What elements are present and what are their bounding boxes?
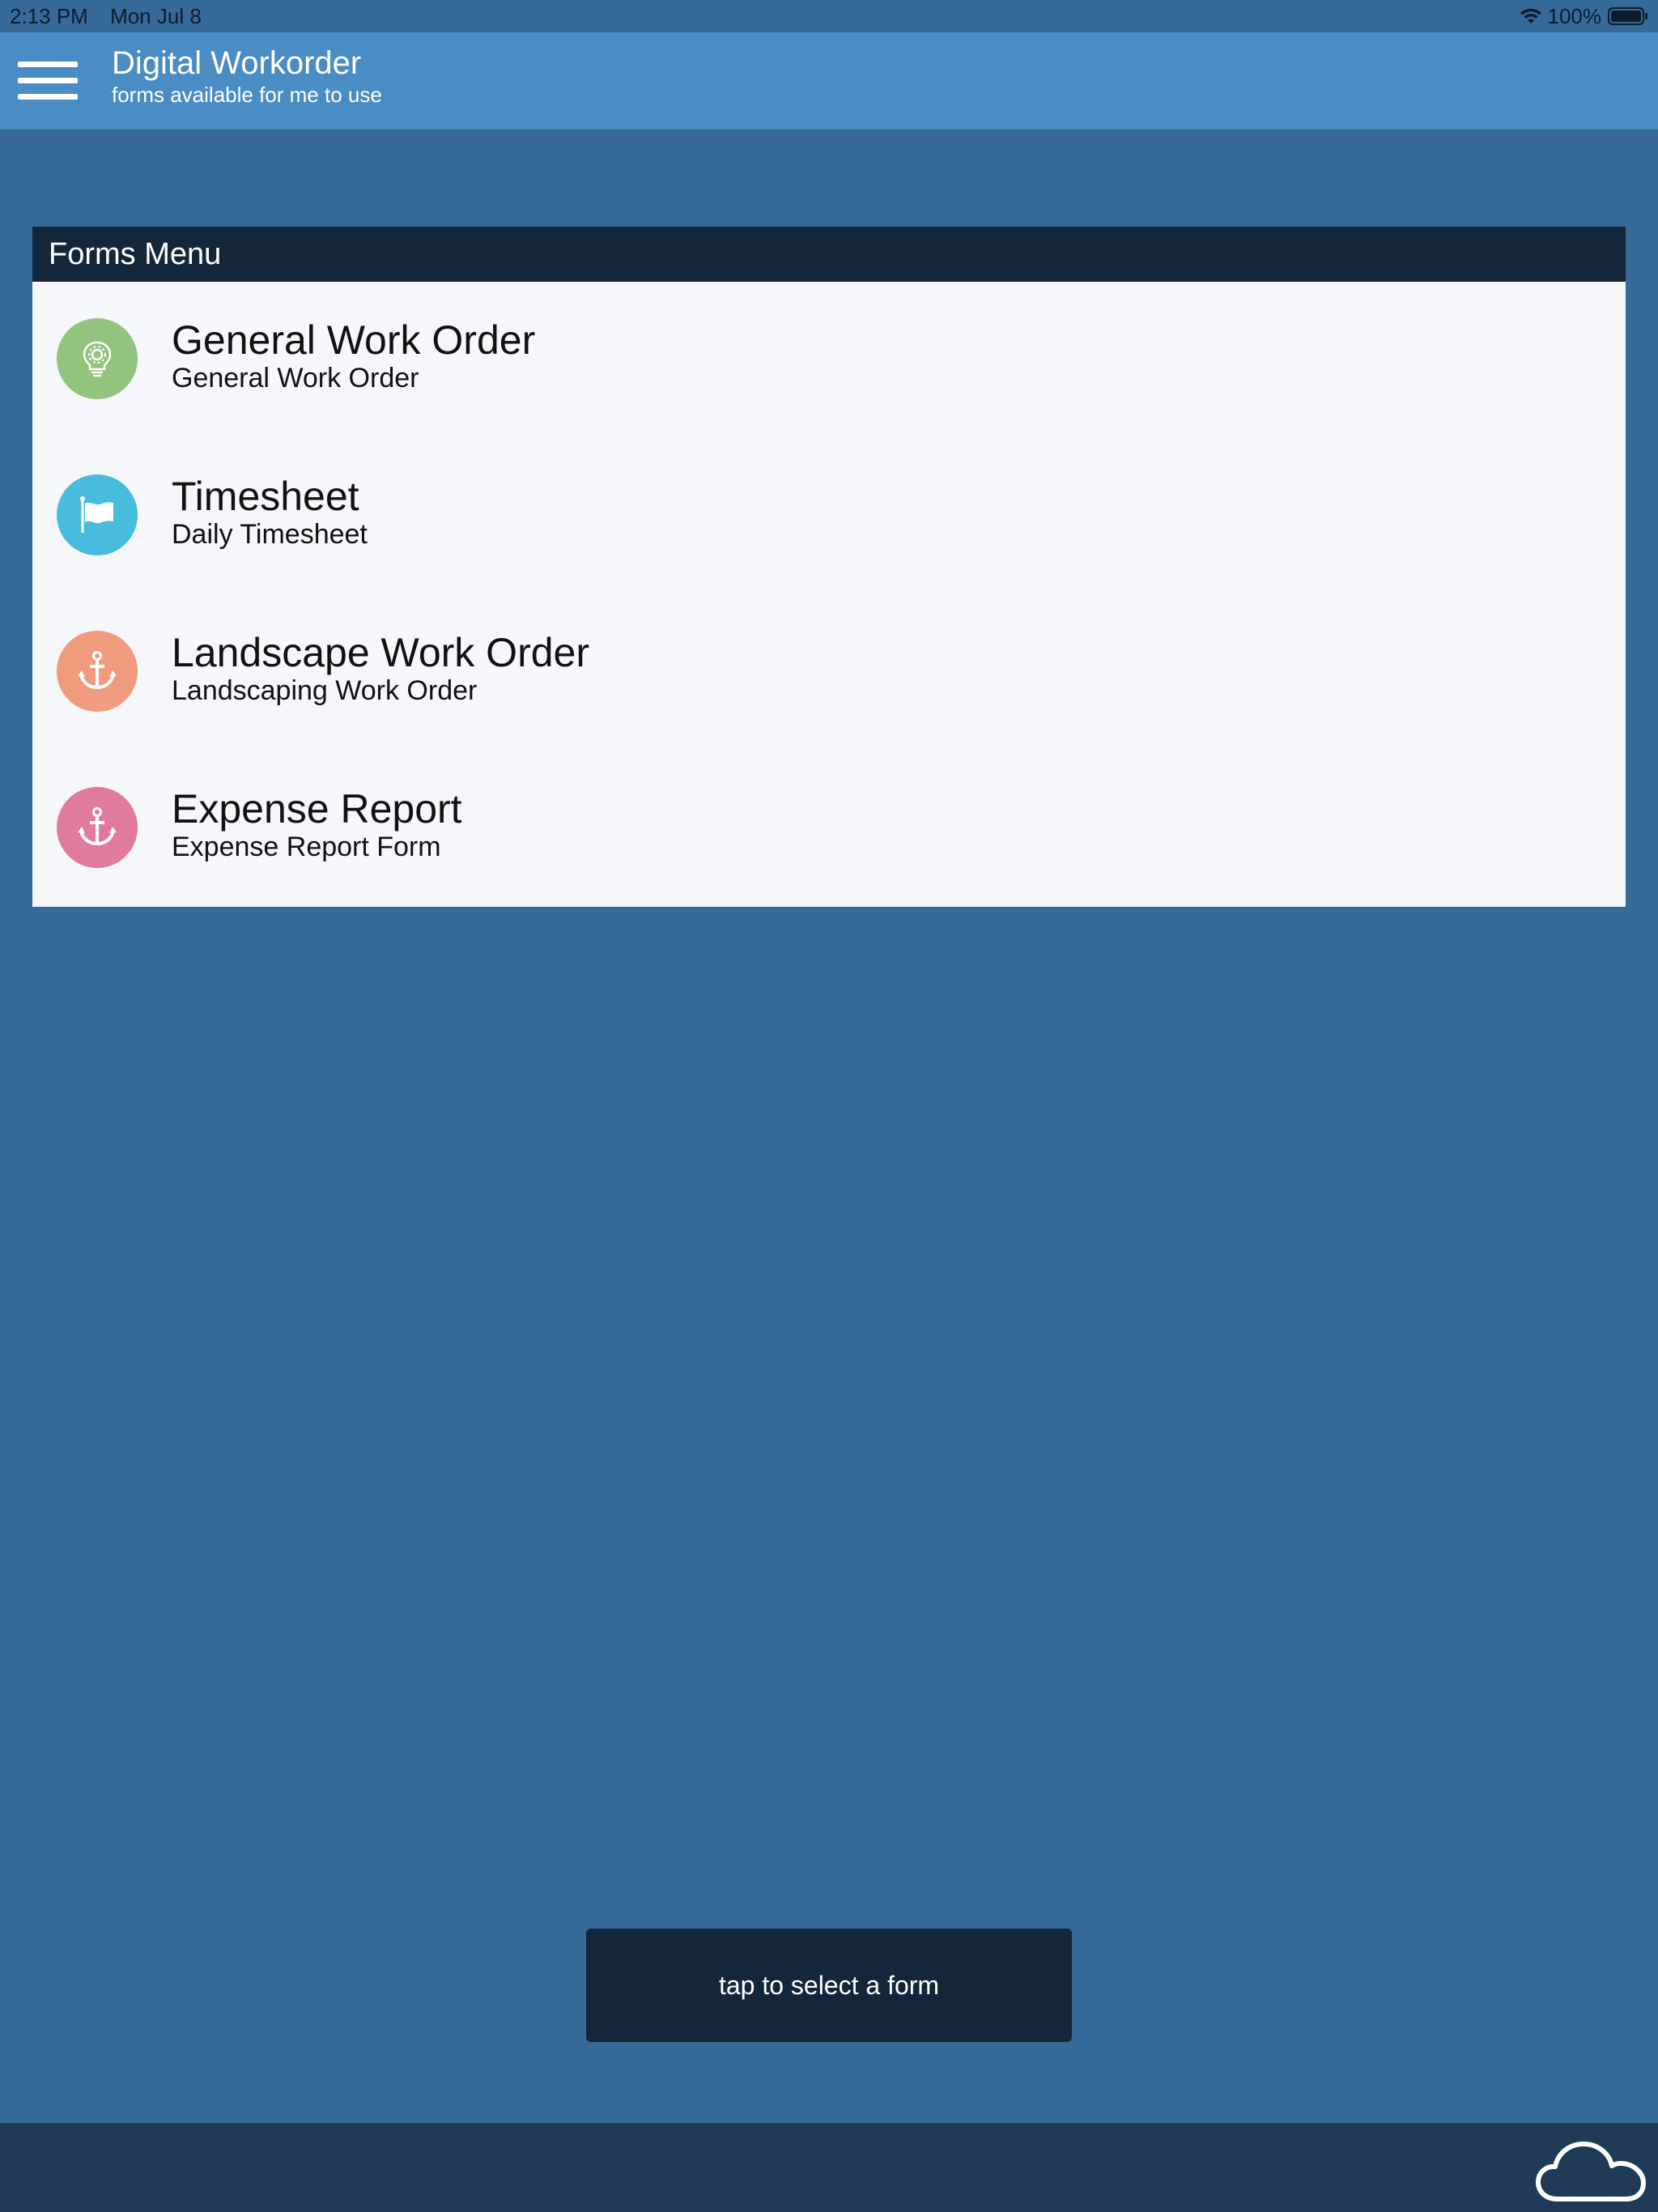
form-item-title: Landscape Work Order [172, 630, 589, 675]
status-time: 2:13 PM [10, 4, 88, 28]
bottom-bar [0, 2123, 1658, 2212]
form-item-title: Timesheet [172, 474, 359, 519]
anchor-icon [57, 787, 138, 868]
form-item-subtitle: Expense Report Form [172, 832, 441, 862]
form-item-general-work-order[interactable]: General Work Order General Work Order [32, 282, 1626, 438]
anchor-icon [57, 631, 138, 712]
form-item-timesheet[interactable]: Timesheet Daily Timesheet [32, 438, 1626, 594]
status-right: 100% [1519, 0, 1649, 32]
app-subtitle: forms available for me to use [112, 83, 382, 107]
flag-icon [57, 474, 138, 555]
form-item-subtitle: Landscaping Work Order [172, 675, 478, 706]
form-item-expense-report[interactable]: Expense Report Expense Report Form [32, 751, 1626, 907]
form-item-title: Expense Report [172, 786, 462, 832]
cloud-icon[interactable] [1533, 2138, 1655, 2206]
form-item-subtitle: Daily Timesheet [172, 519, 368, 550]
lightbulb-gear-icon [57, 318, 138, 399]
tap-to-select-form-button[interactable]: tap to select a form [586, 1929, 1072, 2042]
form-item-landscape-work-order[interactable]: Landscape Work Order Landscaping Work Or… [32, 594, 1626, 751]
app-header: Digital Workorder forms available for me… [0, 32, 1658, 130]
forms-menu-header: Forms Menu [32, 227, 1626, 282]
status-date: Mon Jul 8 [110, 4, 202, 28]
status-left: 2:13 PM Mon Jul 8 [10, 0, 218, 32]
battery-icon [1608, 7, 1647, 25]
forms-menu-panel: Forms Menu General Work Order General Wo… [32, 227, 1626, 907]
wifi-icon [1520, 8, 1541, 23]
battery-percent: 100% [1547, 4, 1602, 28]
status-bar: 2:13 PM Mon Jul 8 100% [0, 0, 1658, 32]
form-item-title: General Work Order [172, 317, 536, 363]
app-title: Digital Workorder [112, 45, 362, 81]
form-item-subtitle: General Work Order [172, 363, 419, 393]
hamburger-menu-icon[interactable] [18, 60, 78, 102]
